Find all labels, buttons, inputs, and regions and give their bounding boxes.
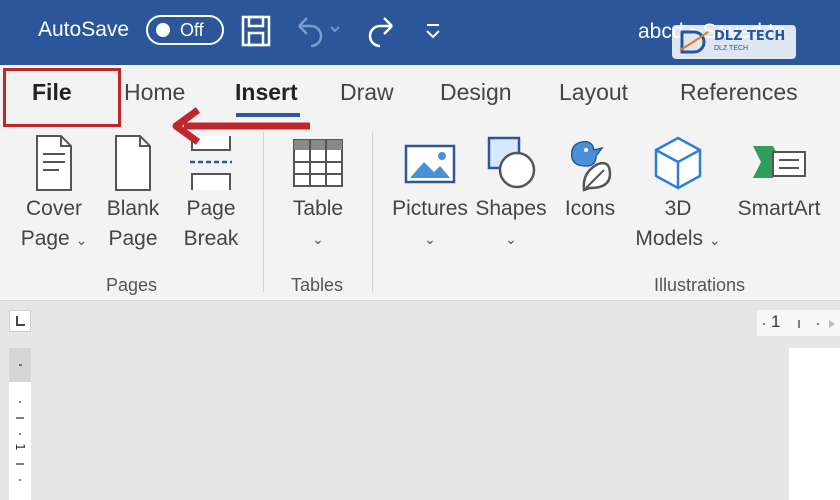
watermark-logo: DLZ TECH DLZ TECH: [672, 25, 796, 59]
chevron-down-icon: ⌄: [75, 232, 88, 248]
group-label-illustrations: Illustrations: [654, 275, 746, 295]
svg-text:1: 1: [13, 443, 27, 451]
icons-button[interactable]: Icons: [558, 132, 622, 224]
page-break-button[interactable]: Page Break: [176, 132, 246, 254]
chevron-down-icon: ⌄: [424, 231, 436, 247]
undo-icon[interactable]: [293, 14, 349, 53]
group-separator: [263, 132, 264, 292]
cover-page-label-1: Cover: [25, 197, 83, 220]
smartart-label: SmartArt: [737, 197, 821, 220]
cover-page-icon: [36, 135, 72, 191]
document-area: 1 1: [0, 301, 840, 500]
ribbon-insert: Cover Page ⌄ Blank Page Page Break Pages…: [0, 127, 840, 301]
document-page[interactable]: [789, 348, 840, 500]
group-label-tables: Tables: [291, 275, 344, 295]
blank-page-icon: [115, 135, 151, 191]
toggle-knob: [156, 23, 170, 37]
cover-page-label-2: Page: [20, 227, 70, 250]
watermark-text: DLZ TECH: [714, 29, 786, 44]
smartart-button[interactable]: SmartArt: [732, 132, 826, 224]
watermark-subtext: DLZ TECH: [714, 45, 749, 52]
group-label-pages: Pages: [106, 275, 158, 295]
customize-qat-icon[interactable]: [424, 14, 442, 53]
page-break-label-1: Page: [186, 197, 236, 220]
icons-icon: [570, 140, 612, 192]
autosave-state: Off: [180, 20, 204, 40]
ruler-mark: 1: [771, 312, 781, 331]
blank-page-label-1: Blank: [106, 197, 160, 220]
tab-design[interactable]: Design: [440, 79, 512, 106]
cover-page-button[interactable]: Cover Page ⌄: [14, 132, 94, 255]
table-label: Table: [292, 197, 344, 220]
tab-draw[interactable]: Draw: [340, 79, 394, 106]
shapes-label: Shapes: [475, 197, 547, 220]
blank-page-button[interactable]: Blank Page: [100, 132, 166, 254]
save-icon[interactable]: [240, 14, 272, 53]
vertical-ruler[interactable]: 1: [9, 348, 31, 500]
horizontal-ruler[interactable]: 1: [757, 310, 840, 336]
tab-file[interactable]: File: [32, 79, 72, 106]
chevron-down-icon: ⌄: [505, 231, 517, 247]
3d-cube-icon: [654, 136, 702, 190]
tab-insert[interactable]: Insert: [235, 79, 298, 106]
group-separator: [372, 132, 373, 292]
shapes-icon: [487, 136, 536, 189]
chevron-down-icon: ⌄: [312, 231, 324, 247]
title-bar: AutoSave Off abcd • Saved to DLZ TECH DL…: [0, 0, 840, 65]
smartart-icon: [753, 146, 806, 178]
pictures-label: Pictures: [392, 197, 468, 220]
arrow-annotation: [172, 107, 310, 145]
tab-references[interactable]: References: [680, 79, 798, 106]
3d-models-label-2: Models: [635, 227, 704, 250]
blank-page-label-2: Page: [108, 227, 158, 250]
autosave-toggle[interactable]: Off: [146, 15, 224, 45]
tab-selector[interactable]: [9, 310, 31, 332]
pictures-icon: [404, 144, 456, 184]
table-button[interactable]: Table ⌄: [280, 132, 356, 254]
autosave-label: AutoSave: [38, 18, 130, 41]
shapes-button[interactable]: Shapes ⌄: [474, 132, 548, 254]
icons-label: Icons: [564, 197, 616, 220]
pictures-button[interactable]: Pictures ⌄: [390, 132, 470, 254]
tab-layout[interactable]: Layout: [559, 79, 628, 106]
3d-models-button[interactable]: 3D Models ⌄: [628, 132, 728, 255]
page-break-label-2: Break: [183, 227, 239, 250]
ribbon-tabs: File Home Insert Draw Design Layout Refe…: [0, 65, 840, 127]
3d-models-label-1: 3D: [664, 197, 692, 220]
redo-icon[interactable]: [366, 14, 398, 53]
tab-home[interactable]: Home: [124, 79, 185, 106]
chevron-down-icon: ⌄: [708, 232, 721, 248]
